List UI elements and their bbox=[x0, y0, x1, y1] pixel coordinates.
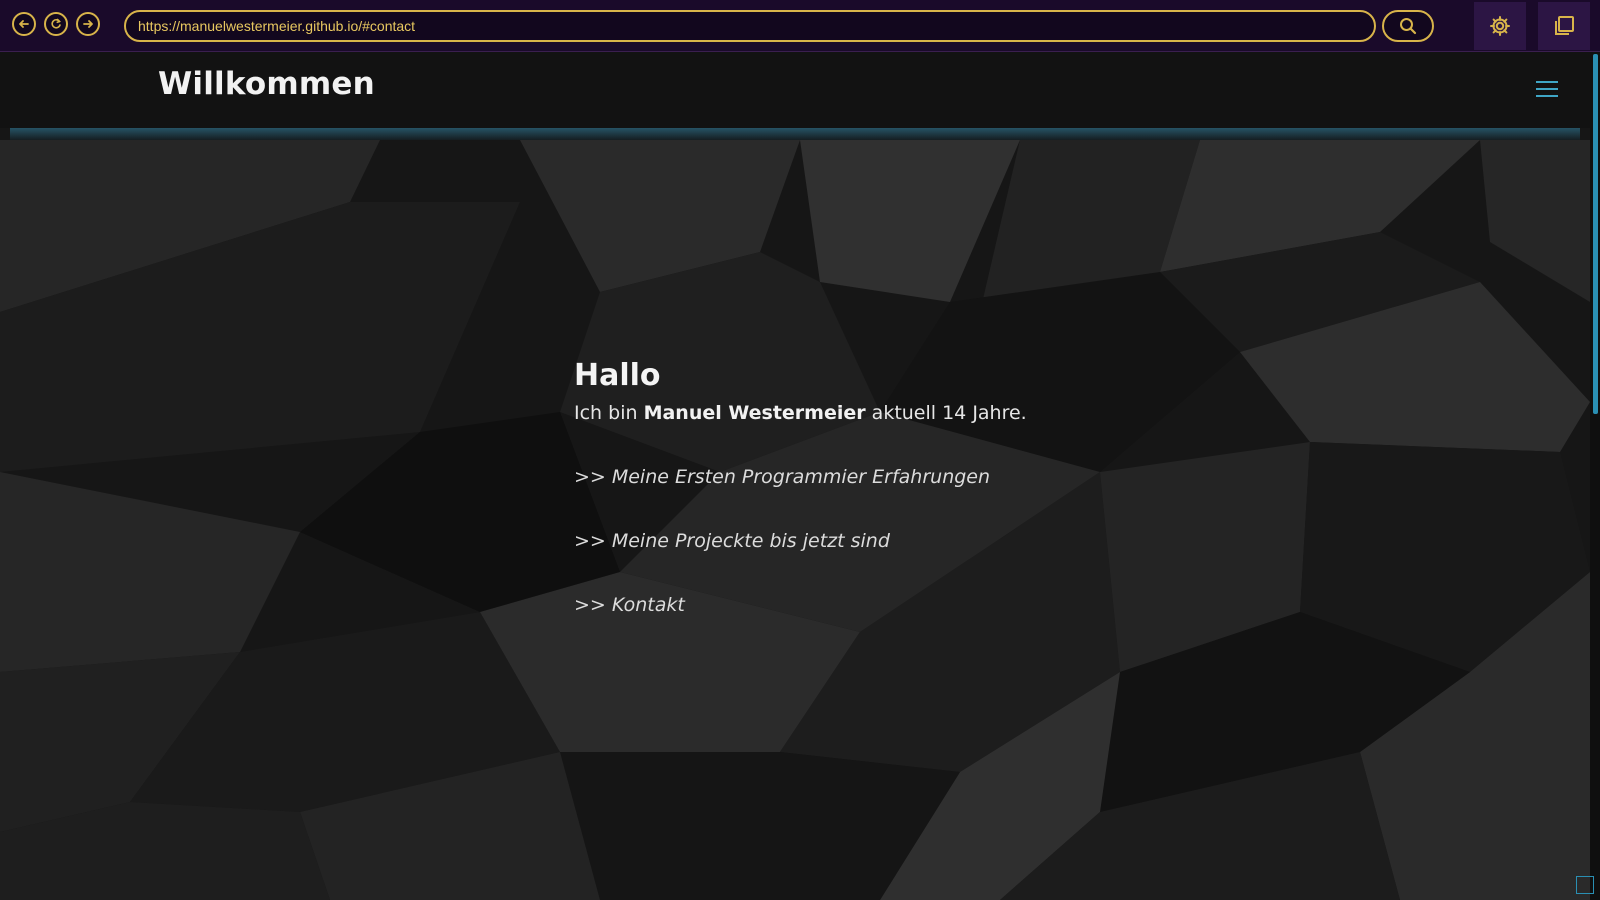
page-scrollbar[interactable] bbox=[1590, 52, 1600, 900]
link-arrow: >> bbox=[574, 530, 606, 552]
intro-section: Hallo Ich bin Manuel Westermeier aktuell… bbox=[574, 358, 1027, 618]
address-bar[interactable]: https://manuelwestermeier.github.io/#con… bbox=[124, 10, 1376, 42]
link-contact[interactable]: >> Kontakt bbox=[574, 592, 1027, 618]
tabs-icon bbox=[1555, 16, 1574, 35]
link-arrow: >> bbox=[574, 594, 606, 616]
search-button[interactable] bbox=[1382, 10, 1434, 42]
header-divider bbox=[10, 128, 1580, 140]
link-projects[interactable]: >> Meine Projeckte bis jetzt sind bbox=[574, 528, 1027, 554]
tabs-button[interactable] bbox=[1538, 2, 1590, 50]
intro-name: Manuel Westermeier bbox=[643, 402, 866, 424]
resize-corner-icon bbox=[1576, 876, 1594, 894]
hamburger-menu-icon[interactable] bbox=[1536, 81, 1558, 97]
greeting-heading: Hallo bbox=[574, 358, 661, 393]
settings-button[interactable] bbox=[1474, 2, 1526, 50]
forward-button[interactable] bbox=[76, 12, 100, 36]
link-arrow: >> bbox=[574, 466, 606, 488]
link-programming-experience[interactable]: >> Meine Ersten Programmier Erfahrungen bbox=[574, 464, 1027, 490]
link-label: Meine Projeckte bis jetzt sind bbox=[611, 530, 890, 552]
link-label: Meine Ersten Programmier Erfahrungen bbox=[611, 466, 991, 488]
scrollbar-thumb[interactable] bbox=[1593, 54, 1598, 414]
reload-button[interactable] bbox=[44, 12, 68, 36]
link-label: Kontakt bbox=[611, 594, 685, 616]
arrow-right-icon bbox=[83, 20, 93, 28]
site-title: Willkommen bbox=[158, 66, 375, 102]
gear-icon bbox=[1490, 16, 1510, 36]
reload-icon bbox=[51, 18, 61, 29]
intro-text: Ich bin Manuel Westermeier aktuell 14 Ja… bbox=[574, 400, 1027, 426]
back-button[interactable] bbox=[12, 12, 36, 36]
web-page: Willkommen Hallo Ich bin Manuel Westerme… bbox=[0, 52, 1590, 900]
site-header: Willkommen bbox=[0, 52, 1590, 128]
intro-prefix: Ich bin bbox=[574, 402, 638, 424]
intro-suffix: aktuell 14 Jahre. bbox=[871, 402, 1027, 424]
browser-toolbar: https://manuelwestermeier.github.io/#con… bbox=[0, 0, 1600, 52]
search-icon bbox=[1400, 18, 1417, 35]
arrow-left-icon bbox=[19, 20, 29, 28]
